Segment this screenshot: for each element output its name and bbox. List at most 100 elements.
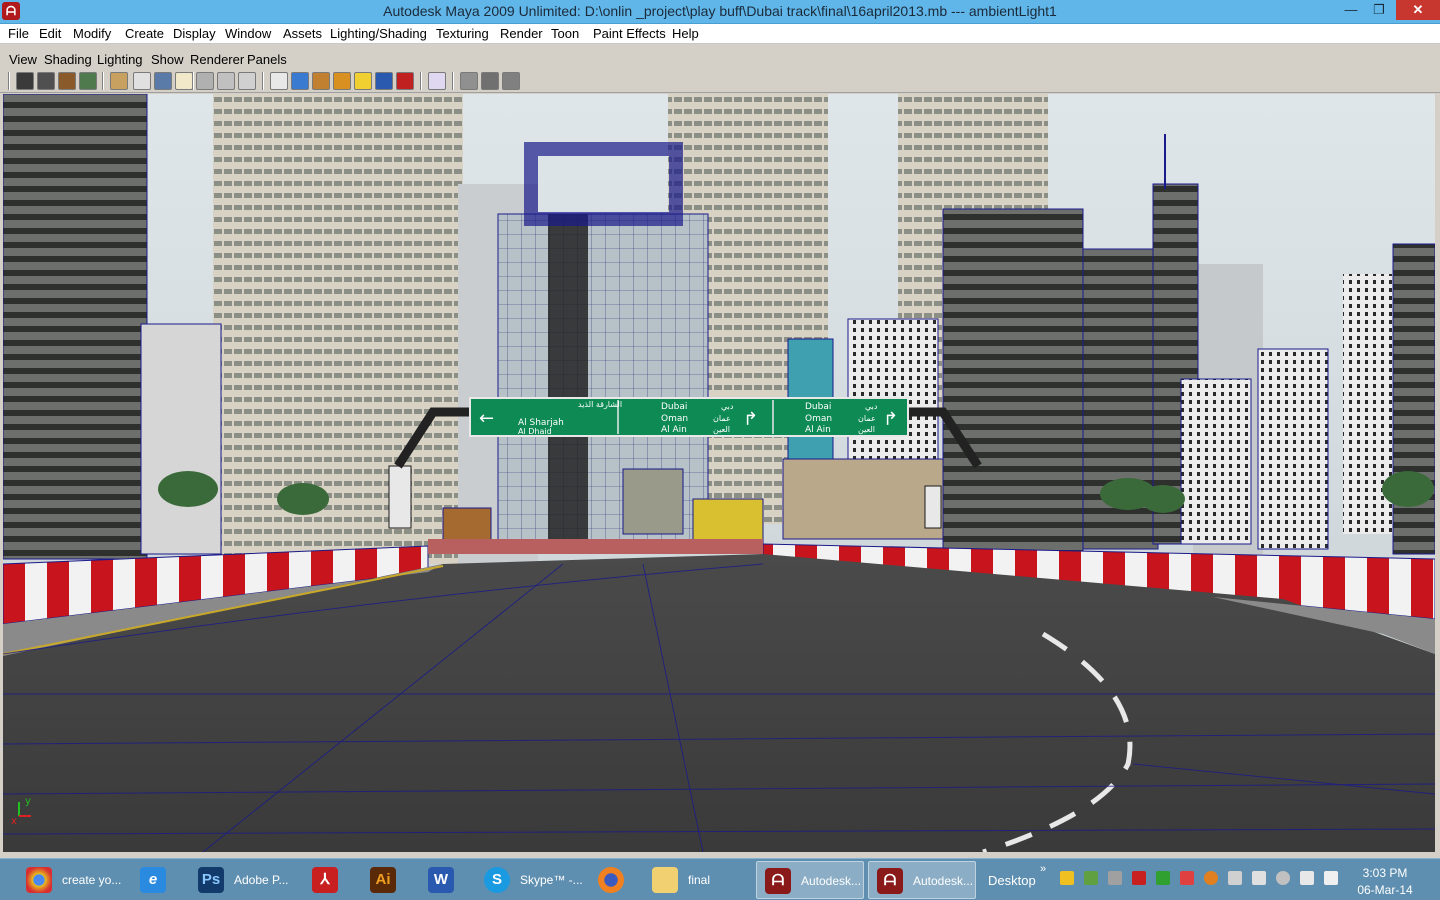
clock-time[interactable]: 3:03 PM <box>1352 866 1418 880</box>
panel-menu-renderer[interactable]: Renderer <box>190 52 244 67</box>
tray-icon[interactable] <box>1180 871 1194 885</box>
toolbar-chevron-icon[interactable]: » <box>1040 863 1046 875</box>
sign-mid-line-1: Dubai <box>661 402 687 412</box>
camera-attributes-icon[interactable] <box>58 72 76 90</box>
panel-menu-view[interactable]: View <box>9 52 37 67</box>
textured-icon[interactable] <box>354 72 372 90</box>
minimize-button[interactable]: — <box>1336 0 1366 20</box>
lights-icon[interactable] <box>375 72 393 90</box>
task-label: Autodesk... <box>913 874 974 888</box>
task-skype[interactable]: S Skype™ -... <box>476 861 584 899</box>
tray-icon[interactable] <box>1132 871 1146 885</box>
shadows-icon[interactable] <box>396 72 414 90</box>
toolbar-separator <box>8 72 10 90</box>
close-button[interactable]: ✕ <box>1396 0 1440 20</box>
task-firefox[interactable] <box>590 861 642 899</box>
field-chart-icon[interactable] <box>217 72 235 90</box>
lock-camera-icon[interactable] <box>37 72 55 90</box>
toolbar-separator <box>192 72 194 90</box>
task-illustrator[interactable]: Ai <box>362 861 414 899</box>
menu-texturing[interactable]: Texturing <box>436 26 489 41</box>
menu-file[interactable]: File <box>8 26 29 41</box>
panel-menu-panels[interactable]: Panels <box>247 52 287 67</box>
smooth-shade-icon[interactable] <box>312 72 330 90</box>
sign-right-arabic-bottom: العين <box>858 425 875 434</box>
flat-shade-icon[interactable] <box>333 72 351 90</box>
desktop-toolbar-label[interactable]: Desktop <box>988 873 1036 888</box>
task-word[interactable]: W <box>420 861 472 899</box>
menu-assets[interactable]: Assets <box>283 26 322 41</box>
task-acrobat[interactable]: ⅄ <box>304 861 356 899</box>
tray-icon[interactable] <box>1084 871 1098 885</box>
tray-icon[interactable] <box>1108 871 1122 885</box>
tray-icon[interactable] <box>1204 871 1218 885</box>
menu-paint-effects[interactable]: Paint Effects <box>593 26 666 41</box>
left-arrow-icon: ← <box>479 408 494 429</box>
task-label: Adobe P... <box>234 873 289 887</box>
wireframe-icon[interactable] <box>291 72 309 90</box>
task-ie[interactable]: e <box>132 861 184 899</box>
maximize-button[interactable]: ❐ <box>1364 0 1394 20</box>
task-maya-2[interactable]: ᗩ Autodesk... <box>868 861 976 899</box>
checkered-post <box>388 465 412 529</box>
menu-render[interactable]: Render <box>500 26 543 41</box>
menu-window[interactable]: Window <box>225 26 271 41</box>
checkered-post <box>924 485 942 529</box>
volume-icon[interactable] <box>1324 871 1338 885</box>
white-tower <box>1180 378 1252 545</box>
billboard <box>442 507 492 545</box>
sign-mid-line-2: Oman <box>661 414 688 424</box>
white-tower-2 <box>1257 348 1329 550</box>
xray-icon[interactable] <box>460 72 478 90</box>
maya-icon: ᗩ <box>765 868 791 894</box>
internet-explorer-icon: e <box>140 867 166 893</box>
menu-display[interactable]: Display <box>173 26 216 41</box>
task-folder[interactable]: final <box>644 861 752 899</box>
task-photoshop[interactable]: Ps Adobe P... <box>190 861 298 899</box>
clock-date[interactable]: 06-Mar-14 <box>1352 883 1418 897</box>
tray-icon[interactable] <box>1060 871 1074 885</box>
panel-menu-show[interactable]: Show <box>151 52 184 67</box>
grid-icon[interactable] <box>133 72 151 90</box>
menu-lighting-shading[interactable]: Lighting/Shading <box>330 26 427 41</box>
panel-menu-lighting[interactable]: Lighting <box>97 52 143 67</box>
task-label: final <box>688 873 711 887</box>
panel-menu-shading[interactable]: Shading <box>44 52 92 67</box>
menu-toon[interactable]: Toon <box>551 26 579 41</box>
menu-edit[interactable]: Edit <box>39 26 61 41</box>
menu-modify[interactable]: Modify <box>73 26 111 41</box>
safe-action-icon[interactable] <box>238 72 256 90</box>
photoshop-icon: Ps <box>198 867 224 893</box>
left-low-building <box>140 323 222 555</box>
gate-mask-icon[interactable] <box>196 72 214 90</box>
task-maya-1[interactable]: ᗩ Autodesk... <box>756 861 864 899</box>
network-icon[interactable] <box>1300 871 1314 885</box>
task-label: Autodesk... <box>801 874 862 888</box>
task-label: create yo... <box>62 873 122 887</box>
far-right-tower <box>1392 243 1435 555</box>
task-chrome[interactable]: create yo... <box>18 861 126 899</box>
sign-right-line-1: Dubai <box>805 402 831 412</box>
bookmark-icon[interactable] <box>79 72 97 90</box>
message-icon[interactable] <box>1276 871 1290 885</box>
sign-mid-line-3: Al Ain <box>661 425 687 435</box>
turn-right-arrow-icon: ↱ <box>883 409 898 430</box>
speaker-icon[interactable] <box>1252 871 1266 885</box>
tray-icon[interactable] <box>1156 871 1170 885</box>
menu-help[interactable]: Help <box>672 26 699 41</box>
tray-icon[interactable] <box>1228 871 1242 885</box>
resolution-gate-icon[interactable] <box>175 72 193 90</box>
film-gate-icon[interactable] <box>154 72 172 90</box>
sign-right-line-3: Al Ain <box>805 425 831 435</box>
axis-x-label: x <box>11 816 17 827</box>
isolate-select-icon[interactable] <box>428 72 446 90</box>
axis-y-label: y <box>25 796 31 807</box>
select-camera-icon[interactable] <box>16 72 34 90</box>
image-plane-icon[interactable] <box>110 72 128 90</box>
backface-icon[interactable] <box>502 72 520 90</box>
xray-joints-icon[interactable] <box>481 72 499 90</box>
menu-create[interactable]: Create <box>125 26 164 41</box>
perspective-viewport[interactable]: ← الشارقة الذيد Al Sharjah Al Dhaid Duba… <box>3 94 1435 852</box>
sign-mid-arabic-top: دبي <box>721 402 734 411</box>
safe-title-icon[interactable] <box>270 72 288 90</box>
